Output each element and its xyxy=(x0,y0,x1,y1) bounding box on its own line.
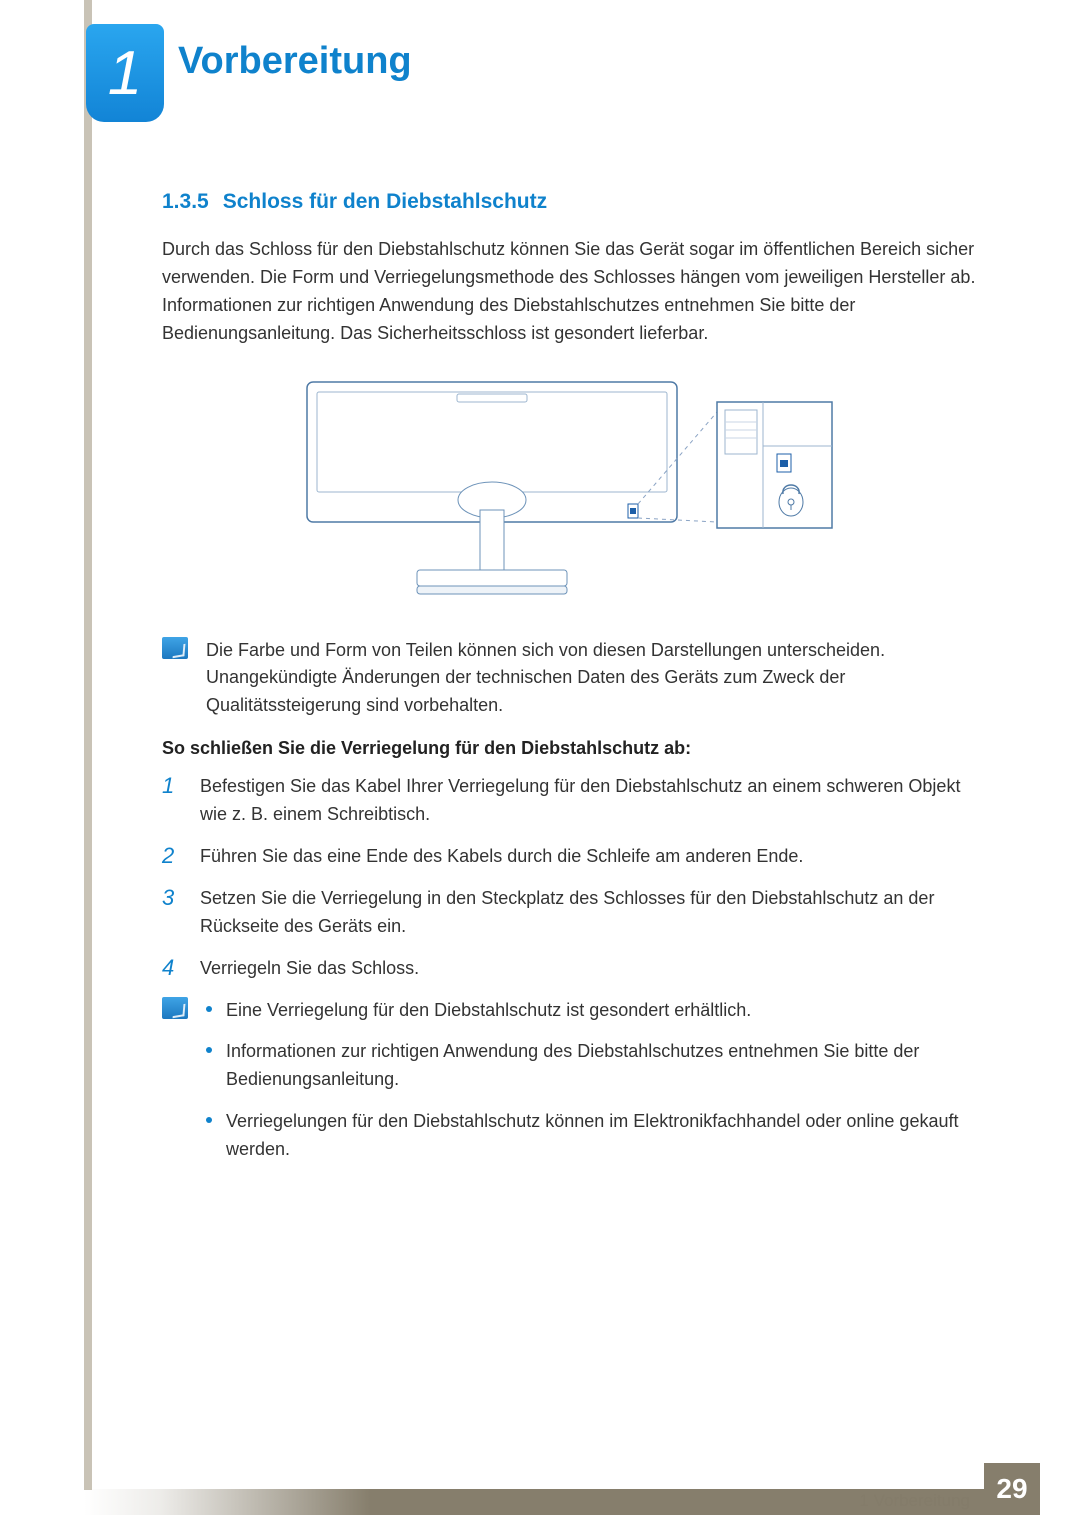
step-text: Setzen Sie die Verriegelung in den Steck… xyxy=(200,885,982,941)
step-text: Verriegeln Sie das Schloss. xyxy=(200,955,419,983)
intro-paragraph: Durch das Schloss für den Diebstahlschut… xyxy=(162,236,982,348)
chapter-title: Vorbereitung xyxy=(178,40,412,83)
step-item: 4 Verriegeln Sie das Schloss. xyxy=(162,955,982,983)
monitor-lock-figure xyxy=(297,372,847,607)
note-1-text: Die Farbe und Form von Teilen können sic… xyxy=(206,637,982,721)
note-2: Eine Verriegelung für den Diebstahlschut… xyxy=(162,997,982,1178)
step-number: 1 xyxy=(162,773,180,799)
bullet-dot-icon xyxy=(206,1117,212,1123)
step-number: 3 xyxy=(162,885,180,911)
note-icon xyxy=(162,997,188,1019)
side-stripe xyxy=(84,0,92,1490)
footer-text: 1 Vorbereitung xyxy=(859,1491,970,1511)
steps-list: 1 Befestigen Sie das Kabel Ihrer Verriege… xyxy=(162,773,982,982)
bullet-text: Verriegelungen für den Diebstahlschutz k… xyxy=(226,1108,982,1164)
step-number: 4 xyxy=(162,955,180,981)
bullet-dot-icon xyxy=(206,1006,212,1012)
note-icon xyxy=(162,637,188,659)
bullet-text: Informationen zur richtigen Anwendung de… xyxy=(226,1038,982,1094)
note-2-bullets: Eine Verriegelung für den Diebstahlschut… xyxy=(206,997,982,1178)
note-1: Die Farbe und Form von Teilen können sic… xyxy=(162,637,982,721)
step-item: 2 Führen Sie das eine Ende des Kabels dur… xyxy=(162,843,982,871)
content: 1.3.5 Schloss für den Diebstahlschutz Dur… xyxy=(162,190,982,1196)
chapter-number: 1 xyxy=(108,38,142,109)
page-number: 29 xyxy=(984,1463,1040,1515)
bullet-item: Informationen zur richtigen Anwendung de… xyxy=(206,1038,982,1094)
section-heading: 1.3.5 Schloss für den Diebstahlschutz xyxy=(162,190,982,214)
bullet-item: Verriegelungen für den Diebstahlschutz k… xyxy=(206,1108,982,1164)
step-text: Befestigen Sie das Kabel Ihrer Verriegel… xyxy=(200,773,982,829)
section-number: 1.3.5 xyxy=(162,190,209,213)
bullet-dot-icon xyxy=(206,1047,212,1053)
step-item: 1 Befestigen Sie das Kabel Ihrer Verriege… xyxy=(162,773,982,829)
page: 1 Vorbereitung 1.3.5 Schloss für den Dieb… xyxy=(0,0,1080,1527)
chapter-tab: 1 xyxy=(86,24,164,122)
bullet-item: Eine Verriegelung für den Diebstahlschut… xyxy=(206,997,982,1025)
footer: 1 Vorbereitung 29 xyxy=(84,1463,1040,1515)
step-number: 2 xyxy=(162,843,180,869)
howto-heading: So schließen Sie die Verriegelung für de… xyxy=(162,738,982,759)
bullet-text: Eine Verriegelung für den Diebstahlschut… xyxy=(226,997,751,1025)
section-title: Schloss für den Diebstahlschutz xyxy=(223,190,547,213)
step-text: Führen Sie das eine Ende des Kabels durc… xyxy=(200,843,803,871)
step-item: 3 Setzen Sie die Verriegelung in den Stec… xyxy=(162,885,982,941)
